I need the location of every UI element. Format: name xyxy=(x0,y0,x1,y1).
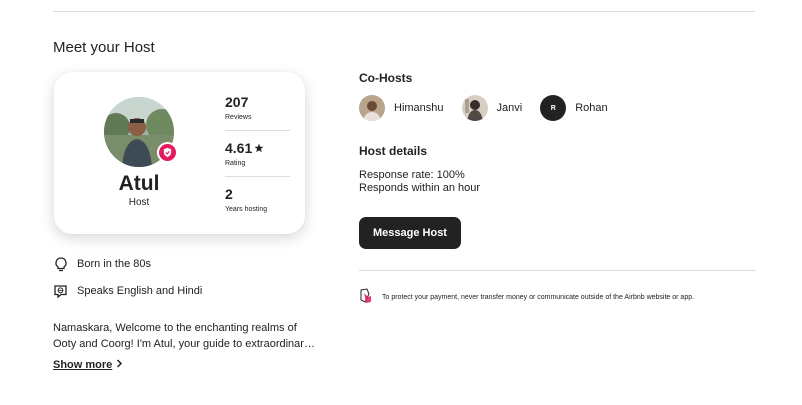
stat-divider xyxy=(225,176,290,177)
cohost-name: Himanshu xyxy=(394,102,444,114)
show-more-label: Show more xyxy=(53,359,113,371)
fact-born-text: Born in the 80s xyxy=(77,258,151,270)
cohost-avatar xyxy=(461,95,488,121)
cohost-item[interactable]: Himanshu xyxy=(359,95,444,121)
stat-reviews-value: 207 xyxy=(225,94,249,110)
verified-badge-icon xyxy=(157,142,178,163)
cohost-name: Janvi xyxy=(496,102,523,114)
cohost-item[interactable]: Janvi xyxy=(461,95,523,121)
cohost-avatar: R xyxy=(540,95,567,121)
stat-years-value: 2 xyxy=(225,186,233,202)
stat-rating: 4.61 Rating xyxy=(225,140,290,168)
stat-years: 2 Years hosting xyxy=(225,186,290,214)
bio-line: Namaskara, Welcome to the enchanting rea… xyxy=(53,322,297,334)
bio-line: Ooty and Coorg! I'm Atul, your guide to … xyxy=(53,338,315,350)
stat-divider xyxy=(225,130,290,131)
stat-reviews-label: Reviews xyxy=(225,114,252,121)
stat-years-label: Years hosting xyxy=(225,206,268,213)
response-rate: Response rate: 100% xyxy=(359,169,465,181)
host-name: Atul xyxy=(118,172,160,195)
chevron-right-icon xyxy=(116,359,123,371)
response-time: Responds within an hour xyxy=(359,182,481,194)
host-stats: 207 Reviews 4.61 Rating 2 Years hosting xyxy=(225,94,290,214)
payment-notice-text: To protect your payment, never transfer … xyxy=(382,293,695,301)
stat-rating-value: 4.61 xyxy=(225,140,253,156)
stat-rating-label: Rating xyxy=(225,160,246,167)
host-role: Host xyxy=(128,197,150,208)
host-card[interactable]: Atul Host 207 Reviews 4.61 Rating 2 Year… xyxy=(54,72,305,234)
star-icon xyxy=(254,140,264,157)
cohosts-list: Himanshu Janvi R Rohan xyxy=(359,95,626,121)
host-bio: Namaskara, Welcome to the enchanting rea… xyxy=(53,320,323,352)
fact-born: Born in the 80s xyxy=(53,255,202,273)
cohost-avatar xyxy=(359,95,385,121)
fact-languages: Speaks English and Hindi xyxy=(53,282,202,300)
show-more-link[interactable]: Show more xyxy=(53,359,123,371)
cohost-name: Rohan xyxy=(575,102,608,114)
cohosts-title: Co-Hosts xyxy=(359,71,413,85)
host-avatar[interactable] xyxy=(104,97,178,167)
speech-bubble-icon xyxy=(53,284,68,299)
notice-divider xyxy=(359,270,756,271)
lightbulb-icon xyxy=(53,256,68,272)
top-divider xyxy=(53,11,755,12)
section-title: Meet your Host xyxy=(53,39,155,56)
fact-languages-text: Speaks English and Hindi xyxy=(77,285,203,297)
shield-hand-icon xyxy=(359,288,373,306)
host-details-title: Host details xyxy=(359,144,428,158)
payment-notice: To protect your payment, never transfer … xyxy=(359,288,694,306)
host-details: Response rate: 100% Responds within an h… xyxy=(359,169,480,195)
stat-reviews: 207 Reviews xyxy=(225,94,290,122)
host-facts: Born in the 80s Speaks English and Hindi xyxy=(53,255,202,309)
message-host-button[interactable]: Message Host xyxy=(359,217,461,249)
cohost-item[interactable]: R Rohan xyxy=(540,95,608,121)
